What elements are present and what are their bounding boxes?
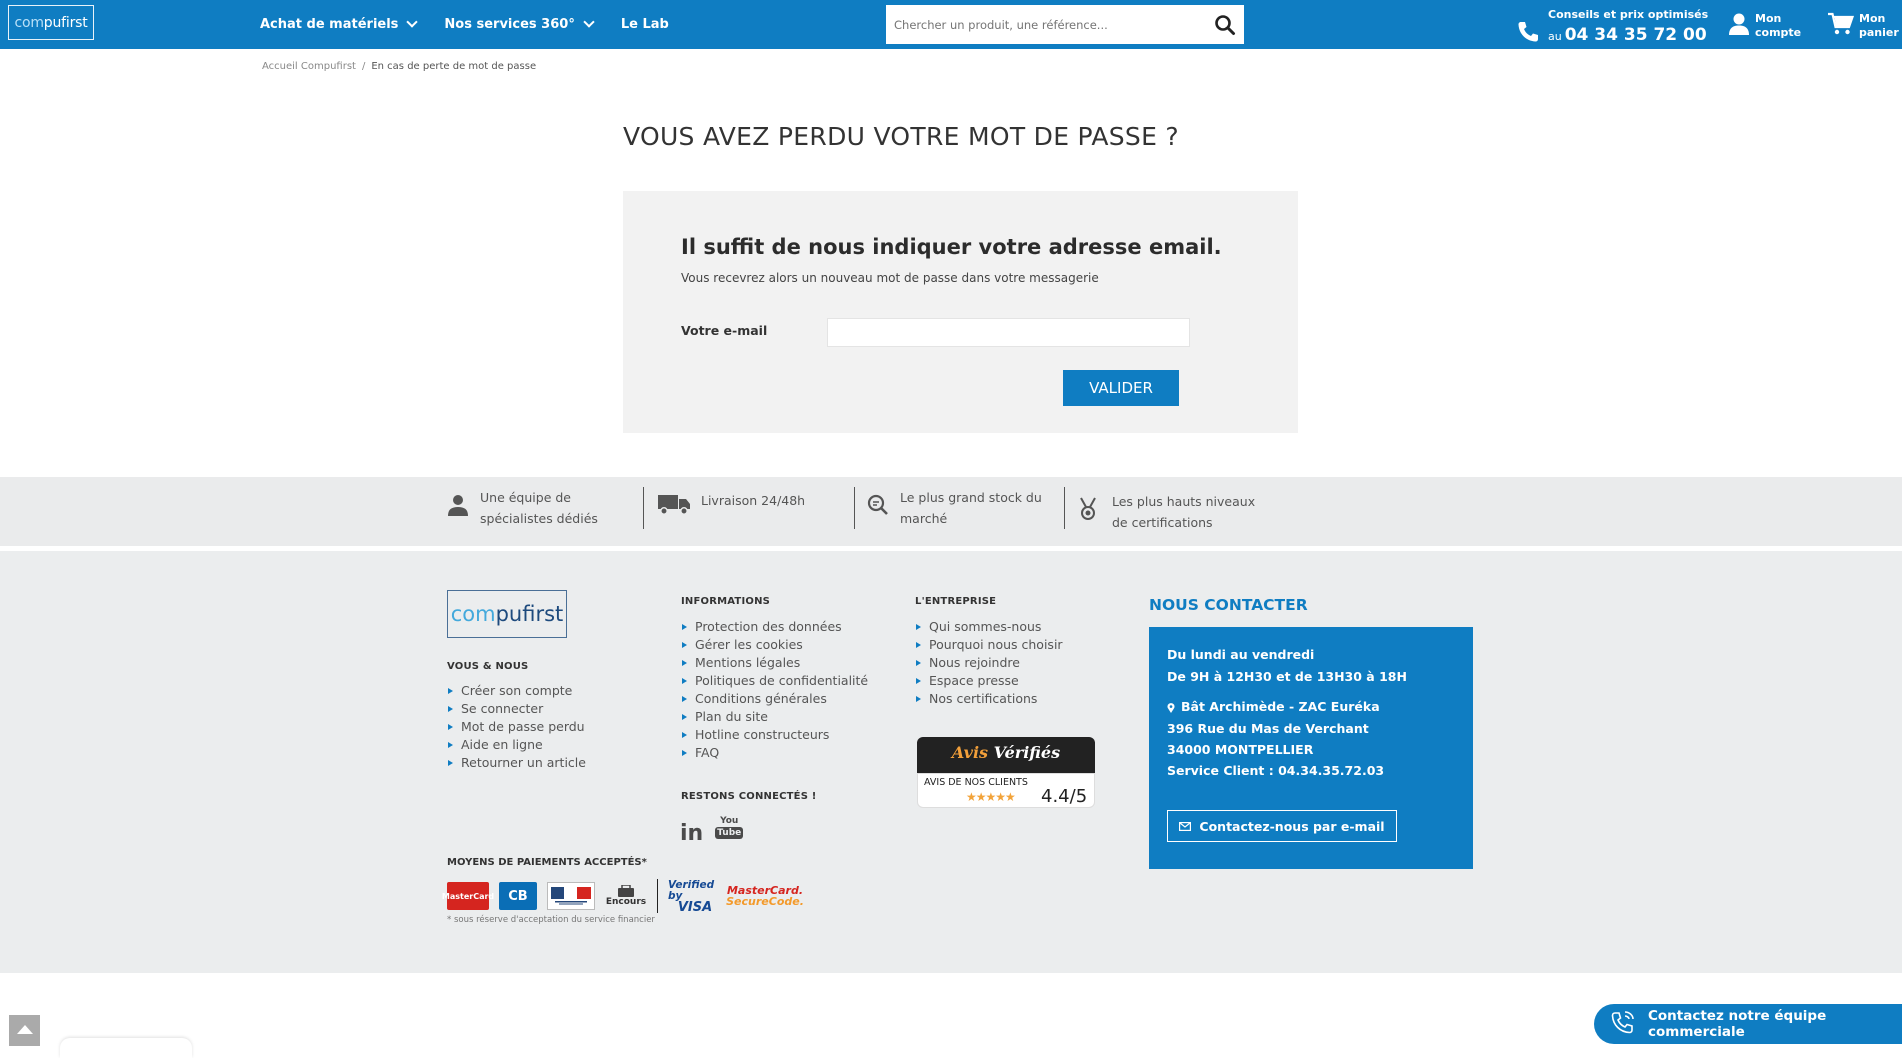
- footer-link-plan[interactable]: Plan du site: [681, 708, 868, 726]
- republique-francaise-logo: [547, 882, 595, 910]
- mastercard-securecode-logo: MasterCard. SecureCode.: [726, 884, 804, 908]
- footer-link-presse[interactable]: Espace presse: [915, 672, 1063, 690]
- verified-by-visa-logo: Verified by VISA: [668, 878, 715, 915]
- submit-button[interactable]: VALIDER: [1063, 370, 1179, 406]
- phone-number: 04 34 35 72 00: [1564, 25, 1707, 45]
- reassurance-delivery: Livraison 24/48h: [657, 490, 805, 516]
- breadcrumb-separator: /: [361, 61, 366, 72]
- email-label: Votre e-mail: [681, 323, 768, 338]
- social-links: in You Tube: [680, 816, 744, 846]
- informations-links: Protection des données Gérer les cookies…: [681, 618, 868, 762]
- breadcrumb-home[interactable]: Accueil Compufirst: [262, 61, 356, 72]
- breadcrumb: Accueil Compufirst / En cas de perte de …: [262, 61, 536, 72]
- stock-search-icon: [866, 493, 890, 517]
- footer-link-faq[interactable]: FAQ: [681, 744, 868, 762]
- footer-link-hotline[interactable]: Hotline constructeurs: [681, 726, 868, 744]
- vous-nous-links: Créer son compte Se connecter Mot de pas…: [447, 682, 586, 772]
- envelope-icon: [1179, 819, 1192, 834]
- main-nav: Achat de matériels Nos services 360° Le …: [260, 0, 669, 49]
- email-field[interactable]: [827, 318, 1190, 347]
- search-icon[interactable]: [1214, 14, 1236, 36]
- social-title: RESTONS CONNECTÉS !: [681, 791, 817, 802]
- search-bar: [886, 5, 1244, 44]
- footer: com pufirst VOUS & NOUS Créer son compte …: [0, 551, 1902, 973]
- mastercard-logo: MasterCard: [442, 882, 494, 910]
- divider: [643, 487, 644, 529]
- entreprise-title: L'ENTREPRISE: [915, 596, 997, 607]
- reassurance-certifications: Les plus hauts niveaux de certifications: [1078, 491, 1255, 533]
- footer-link-qui[interactable]: Qui sommes-nous: [915, 618, 1063, 636]
- cb-logo: CB: [499, 882, 537, 910]
- nav-services-360[interactable]: Nos services 360°: [444, 16, 595, 32]
- reassurance-band: Une équipe de spécialistes dédiés Livrais…: [0, 477, 1902, 546]
- cookie-tab[interactable]: [60, 1038, 192, 1058]
- footer-logo[interactable]: com pufirst: [447, 590, 567, 638]
- footer-link-aide[interactable]: Aide en ligne: [447, 736, 586, 754]
- chevron-down-icon: [583, 16, 595, 28]
- footer-link-mot-de-passe[interactable]: Mot de passe perdu: [447, 718, 586, 736]
- footer-link-se-connecter[interactable]: Se connecter: [447, 700, 586, 718]
- vous-nous-title: VOUS & NOUS: [447, 661, 529, 672]
- location-pin-icon: [1167, 701, 1175, 713]
- reassurance-team: Une équipe de spécialistes dédiés: [446, 487, 598, 529]
- nav-le-lab[interactable]: Le Lab: [621, 17, 669, 32]
- cart-link[interactable]: Mon panier: [1828, 8, 1902, 44]
- breadcrumb-current: En cas de perte de mot de passe: [371, 61, 537, 72]
- contact-email-button[interactable]: Contactez-nous par e-mail: [1167, 810, 1397, 842]
- footer-link-retourner[interactable]: Retourner un article: [447, 754, 586, 772]
- panel-subtitle: Vous recevrez alors un nouveau mot de pa…: [681, 271, 1099, 285]
- reassurance-stock: Le plus grand stock du marché: [866, 487, 1042, 529]
- linkedin-icon[interactable]: in: [680, 821, 703, 846]
- nav-achat-materiels[interactable]: Achat de matériels: [260, 16, 419, 32]
- footer-link-mentions[interactable]: Mentions légales: [681, 654, 868, 672]
- phone-support-icon: [1610, 1010, 1636, 1038]
- payment-methods: MasterCard CB Encours Verified by VISA M…: [442, 878, 804, 915]
- account-link[interactable]: Mon compte: [1728, 8, 1807, 44]
- avis-verifies-badge[interactable]: Avis Vérifiés AVIS DE NOS CLIENTS ★★★★★ …: [917, 737, 1095, 808]
- payment-title: MOYENS DE PAIEMENTS ACCEPTÉS*: [447, 857, 647, 868]
- phone-contact[interactable]: Conseils et prix optimisés au 04 34 35 72…: [1516, 7, 1708, 45]
- truck-icon: [657, 492, 691, 516]
- user-icon: [1728, 12, 1750, 40]
- footer-link-pourquoi[interactable]: Pourquoi nous choisir: [915, 636, 1063, 654]
- compufirst-logo[interactable]: com pufirst: [8, 5, 94, 40]
- password-reset-panel: Il suffit de nous indiquer votre adresse…: [623, 191, 1298, 433]
- user-icon: [446, 493, 470, 517]
- top-header: com pufirst Achat de matériels Nos servic…: [0, 0, 1902, 49]
- footer-link-conditions[interactable]: Conditions générales: [681, 690, 868, 708]
- entreprise-links: Qui sommes-nous Pourquoi nous choisir No…: [915, 618, 1063, 708]
- contact-title: NOUS CONTACTER: [1149, 596, 1308, 614]
- chevron-down-icon: [406, 16, 419, 28]
- contact-box: Du lundi au vendredi De 9H à 12H30 et de…: [1149, 627, 1473, 869]
- footer-link-cookies[interactable]: Gérer les cookies: [681, 636, 868, 654]
- informations-title: INFORMATIONS: [681, 596, 771, 607]
- footer-link-protection[interactable]: Protection des données: [681, 618, 868, 636]
- divider: [657, 879, 658, 913]
- youtube-icon[interactable]: You Tube: [715, 816, 744, 846]
- payment-note: * sous réserve d'acceptation du service …: [447, 915, 655, 925]
- rating-stars: ★★★★★: [966, 790, 1016, 804]
- footer-link-certifications[interactable]: Nos certifications: [915, 690, 1063, 708]
- footer-link-rejoindre[interactable]: Nous rejoindre: [915, 654, 1063, 672]
- page-title: VOUS AVEZ PERDU VOTRE MOT DE PASSE ?: [623, 122, 1179, 151]
- footer-link-creer-compte[interactable]: Créer son compte: [447, 682, 586, 700]
- search-input[interactable]: [886, 5, 1196, 44]
- panel-heading: Il suffit de nous indiquer votre adresse…: [681, 235, 1222, 259]
- rating-score: 4.4/5: [1041, 786, 1088, 807]
- divider: [854, 487, 855, 529]
- footer-link-confidentialite[interactable]: Politiques de confidentialité: [681, 672, 868, 690]
- scroll-to-top-button[interactable]: [9, 1015, 40, 1046]
- medal-icon: [1078, 497, 1102, 521]
- contact-sales-button[interactable]: Contactez notre équipe commerciale: [1594, 1004, 1902, 1044]
- phone-icon: [1516, 20, 1540, 44]
- cart-icon: [1828, 12, 1855, 40]
- encours-logo: Encours: [605, 882, 647, 910]
- divider: [1064, 487, 1065, 529]
